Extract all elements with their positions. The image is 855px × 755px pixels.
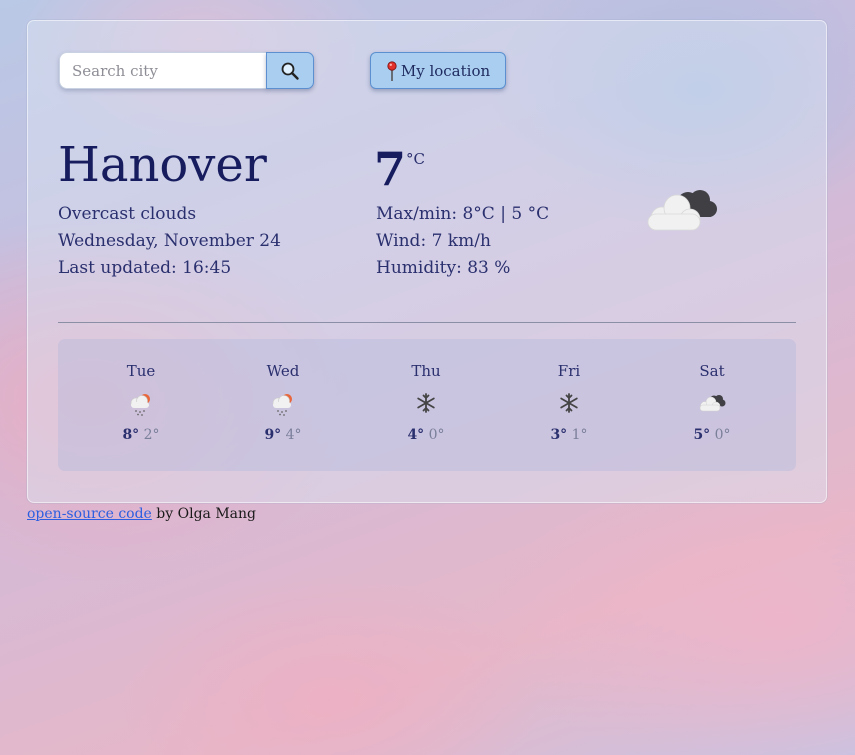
footer-author: by Olga Mang bbox=[151, 506, 256, 522]
forecast-day-name: Wed bbox=[266, 362, 300, 380]
overcast-clouds-icon bbox=[647, 190, 717, 231]
snowflake-icon bbox=[417, 393, 435, 413]
sleet-icon bbox=[130, 394, 150, 416]
temperature-unit-toggle[interactable]: °C bbox=[406, 150, 425, 168]
forecast-max: 4° bbox=[407, 427, 425, 443]
my-location-button[interactable]: My location bbox=[370, 52, 506, 89]
forecast-min: 1° bbox=[571, 427, 588, 443]
humidity: Humidity: 83 % bbox=[376, 258, 511, 278]
max-min-temperature: Max/min: 8°C | 5 °C bbox=[376, 204, 550, 224]
current-details: Overcast clouds Wednesday, November 24 L… bbox=[58, 201, 281, 282]
forecast-day: Fri 3° 1° bbox=[519, 339, 619, 471]
forecast-day: Wed 9° 4° bbox=[233, 339, 333, 471]
sleet-icon bbox=[272, 394, 292, 416]
forecast-min: 0° bbox=[428, 427, 445, 443]
forecast-panel: Tue 8° 2° Wed 9° 4° Thu 4° 0° Fri 3° 1° … bbox=[58, 339, 796, 471]
current-date: Wednesday, November 24 bbox=[58, 231, 281, 251]
last-updated: Last updated: 16:45 bbox=[58, 258, 232, 278]
snowflake-icon bbox=[560, 393, 578, 413]
my-location-label: My location bbox=[400, 61, 491, 80]
search-input[interactable] bbox=[59, 52, 267, 89]
forecast-day-name: Sat bbox=[699, 362, 725, 380]
wind-speed: Wind: 7 km/h bbox=[376, 231, 491, 251]
forecast-min: 4° bbox=[285, 427, 302, 443]
city-name: Hanover bbox=[58, 137, 267, 193]
forecast-day-name: Tue bbox=[126, 362, 156, 380]
forecast-max: 5° bbox=[693, 427, 711, 443]
search-form bbox=[59, 52, 315, 89]
open-source-code-link[interactable]: open-source code bbox=[27, 506, 152, 522]
forecast-day: Thu 4° 0° bbox=[376, 339, 476, 471]
forecast-min: 2° bbox=[143, 427, 160, 443]
forecast-max: 8° bbox=[122, 427, 140, 443]
forecast-max: 9° bbox=[264, 427, 282, 443]
forecast-day: Tue 8° 2° bbox=[91, 339, 191, 471]
forecast-max: 3° bbox=[550, 427, 568, 443]
weather-card: My location Hanover Overcast clouds Wedn… bbox=[27, 20, 827, 503]
forecast-day-name: Fri bbox=[557, 362, 581, 380]
broken-clouds-icon bbox=[699, 395, 726, 412]
weather-description: Overcast clouds bbox=[58, 204, 197, 224]
current-stats: Max/min: 8°C | 5 °C Wind: 7 km/h Humidit… bbox=[376, 201, 549, 282]
pin-icon bbox=[387, 60, 397, 81]
search-button[interactable] bbox=[266, 52, 314, 89]
forecast-day: Sat 5° 0° bbox=[662, 339, 762, 471]
divider bbox=[58, 322, 796, 323]
footer: open-source code by Olga Mang bbox=[27, 506, 256, 522]
search-icon bbox=[281, 62, 299, 80]
forecast-day-name: Thu bbox=[411, 362, 441, 380]
forecast-min: 0° bbox=[714, 427, 731, 443]
current-temperature: 7 bbox=[374, 142, 407, 196]
